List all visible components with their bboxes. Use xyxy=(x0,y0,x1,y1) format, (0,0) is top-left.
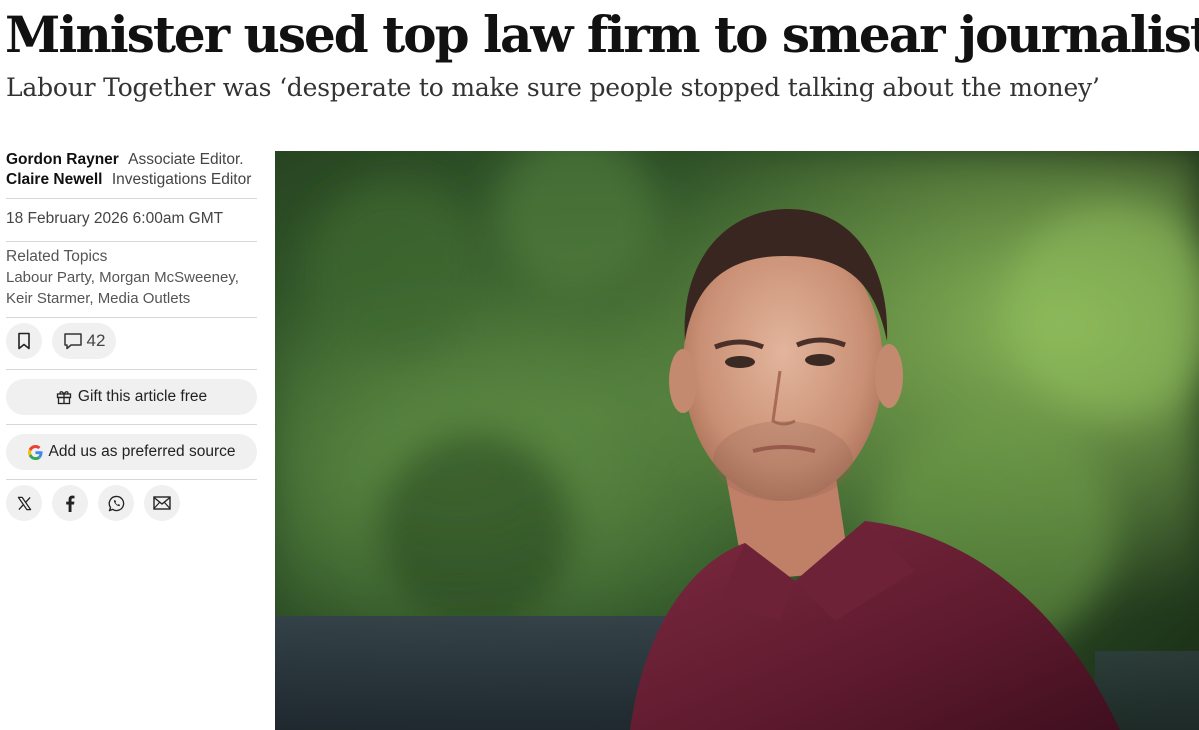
comment-count: 42 xyxy=(86,331,106,350)
author-row: Gordon Rayner Associate Editor. xyxy=(6,150,251,170)
divider xyxy=(6,317,257,318)
x-icon xyxy=(17,496,31,510)
comments-button[interactable]: 42 xyxy=(52,323,116,359)
publish-date: 18 February 2026 6:00am GMT xyxy=(6,210,224,227)
author-name[interactable]: Gordon Rayner xyxy=(6,151,119,168)
gift-article-label: Gift this article free xyxy=(77,388,208,405)
bookmark-icon xyxy=(18,332,30,350)
gift-article-button[interactable]: Gift this article free xyxy=(6,379,257,415)
divider xyxy=(6,241,257,242)
gift-icon xyxy=(56,391,72,405)
comment-icon xyxy=(63,333,82,350)
facebook-icon xyxy=(66,495,75,512)
share-x-button[interactable] xyxy=(6,485,42,521)
standfirst: Labour Together was ‘desperate to make s… xyxy=(6,73,1100,102)
divider xyxy=(6,479,257,480)
bookmark-button[interactable] xyxy=(6,323,42,359)
author-role: Associate Editor. xyxy=(128,151,244,168)
hero-photo xyxy=(275,151,1199,730)
author-list: Gordon Rayner Associate Editor. Claire N… xyxy=(6,150,251,190)
divider xyxy=(6,369,257,370)
preferred-source-label: Add us as preferred source xyxy=(48,443,236,460)
whatsapp-icon xyxy=(108,495,124,511)
headline: Minister used top law firm to smear jour… xyxy=(5,5,1199,64)
share-facebook-button[interactable] xyxy=(52,485,88,521)
preferred-source-button[interactable]: Add us as preferred source xyxy=(6,434,257,470)
divider xyxy=(6,424,257,425)
related-topics-title: Related Topics xyxy=(6,248,108,265)
related-topics: Related Topics Labour Party, Morgan McSw… xyxy=(6,247,239,309)
share-email-button[interactable] xyxy=(144,485,180,521)
related-topics-line[interactable]: Keir Starmer, Media Outlets xyxy=(6,288,239,309)
related-topics-line[interactable]: Labour Party, Morgan McSweeney, xyxy=(6,267,239,288)
divider xyxy=(6,198,257,199)
author-role: Investigations Editor xyxy=(111,171,252,188)
google-icon xyxy=(27,444,43,460)
author-row: Claire Newell Investigations Editor xyxy=(6,170,251,190)
email-icon xyxy=(153,496,171,510)
author-name[interactable]: Claire Newell xyxy=(6,171,103,188)
share-whatsapp-button[interactable] xyxy=(98,485,134,521)
